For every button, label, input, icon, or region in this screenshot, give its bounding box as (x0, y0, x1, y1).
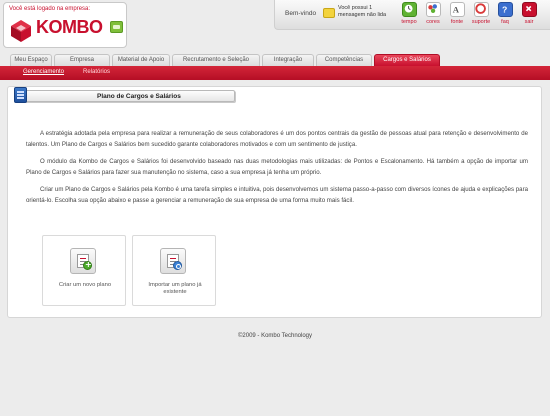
message-icon[interactable] (323, 8, 335, 18)
tab-cargos-e-salarios[interactable]: Cargos e Salários (374, 54, 440, 66)
fonte-button[interactable]: A fonte (445, 2, 469, 29)
faq-label: faq (501, 19, 509, 25)
create-plan-option[interactable]: Criar um novo plano (42, 235, 126, 306)
brand-name: KOMBO (36, 17, 103, 37)
header: Você está logado na empresa: KOMBO Bem-v… (0, 0, 550, 54)
tab-competencias[interactable]: Competências (316, 54, 372, 66)
page-title: Plano de Cargos e Salários (97, 93, 181, 100)
top-toolbar: Bem-vindo Você possui 1 mensagem não lid… (274, 0, 550, 30)
unread-messages-link[interactable]: Você possui 1 mensagem não lida (338, 5, 390, 19)
faq-button[interactable]: ? faq (493, 2, 517, 29)
create-plan-label: Criar um novo plano (58, 282, 112, 288)
import-plan-icon (160, 248, 186, 274)
intro-paragraph: A estratégia adotada pela empresa para r… (26, 130, 528, 148)
palette-icon (425, 2, 441, 17)
tab-empresa[interactable]: Empresa (54, 54, 110, 66)
sair-button[interactable]: sair (517, 2, 541, 29)
suporte-label: suporte (471, 19, 491, 25)
suporte-button[interactable]: suporte (469, 2, 493, 29)
tab-recrutamento-e-selecao[interactable]: Recrutamento e Seleção (172, 54, 260, 66)
intro-paragraph: Criar um Plano de Cargos e Salários pela… (26, 186, 528, 204)
faq-icon: ? (497, 2, 513, 17)
clock-icon (401, 2, 417, 17)
tempo-button[interactable]: tempo (397, 2, 421, 29)
tab-material-de-apoio[interactable]: Material de Apoio (112, 54, 170, 66)
logged-company-tagline: Você está logado na empresa: (9, 6, 91, 12)
company-logo-box[interactable]: Você está logado na empresa: KOMBO (3, 2, 127, 48)
sub-navigation: Gerenciamento Relatórios (0, 66, 550, 80)
intro-paragraph: O módulo da Kombo de Cargos e Salários f… (26, 158, 528, 176)
exit-icon (521, 2, 537, 17)
support-icon (473, 2, 489, 17)
welcome-text: Bem-vindo (285, 10, 317, 17)
font-icon: A (449, 2, 465, 17)
fonte-label: fonte (450, 19, 464, 25)
cores-label: cores (426, 19, 440, 25)
content-panel: Plano de Cargos e Salários A estratégia … (7, 86, 542, 318)
new-plan-icon (70, 248, 96, 274)
plan-icon (14, 87, 27, 103)
svg-text:?: ? (502, 5, 507, 15)
chat-icon[interactable] (110, 21, 123, 33)
kombo-logo-icon (11, 20, 31, 42)
subnav-relatorios[interactable]: Relatórios (83, 69, 110, 75)
intro-text: A estratégia adotada pela empresa para r… (26, 129, 528, 213)
tab-integracao[interactable]: Integração (262, 54, 314, 66)
main-tabs: Meu Espaço Empresa Material de Apoio Rec… (0, 54, 550, 66)
import-plan-label: Importar um plano já existente (148, 282, 202, 295)
svg-text:A: A (452, 5, 459, 15)
cores-button[interactable]: cores (421, 2, 445, 29)
subnav-gerenciamento[interactable]: Gerenciamento (23, 69, 64, 75)
footer-copyright: ©2009 - Kombo Technology (237, 333, 313, 339)
tab-meu-espaco[interactable]: Meu Espaço (10, 54, 52, 66)
import-plan-option[interactable]: Importar um plano já existente (132, 235, 216, 306)
tempo-label: tempo (401, 19, 417, 25)
panel-title-bar: Plano de Cargos e Salários (14, 87, 235, 103)
sair-label: sair (524, 19, 534, 25)
